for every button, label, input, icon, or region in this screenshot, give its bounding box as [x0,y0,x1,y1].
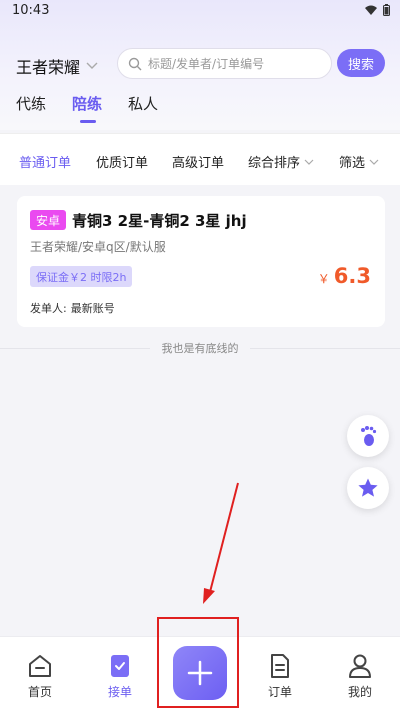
filter-sort[interactable]: 综合排序 [248,152,314,171]
filter-quality-orders[interactable]: 优质订单 [96,152,148,171]
order-title: 青铜3 2星-青铜2 3星 jhj [72,212,247,230]
publish-order-button[interactable] [173,646,227,700]
status-bar: 10:43 [0,0,400,22]
order-card[interactable]: 安卓 青铜3 2星-青铜2 3星 jhj 王者荣耀/安卓q区/默认服 保证金￥2… [17,196,385,327]
battery-icon [383,4,390,16]
search-placeholder: 标题/发单者/订单编号 [148,57,265,71]
filter-normal-orders[interactable]: 普通订单 [19,152,71,171]
wifi-icon [365,5,377,15]
order-price: ￥ 6.3 [318,264,371,288]
profile-icon [349,654,371,678]
price-value: 6.3 [333,264,371,288]
filter-label: 普通订单 [19,156,72,171]
main-tabs: 代练 陪练 私人 [16,93,184,123]
filter-label: 综合排序 [248,156,301,171]
filter-label: 高级订单 [172,156,225,171]
search-button[interactable]: 搜索 [337,49,385,77]
search-icon [128,57,142,70]
filter-bar: 普通订单 优质订单 高级订单 综合排序 筛选 [0,133,400,185]
search-input[interactable]: 标题/发单者/订单编号 [117,48,332,79]
nav-profile-label: 我的 [347,685,372,699]
filter-premium-orders[interactable]: 高级订单 [172,152,224,171]
order-game-info: 王者荣耀/安卓q区/默认服 [30,240,166,254]
nav-home[interactable]: 首页 [15,653,65,700]
chevron-down-icon [304,159,314,165]
nav-profile[interactable]: 我的 [335,653,385,700]
list-end-divider: 我也是有底线的 [0,341,400,355]
price-currency: ￥ [317,272,330,286]
publisher: 发单人: 最新账号 [30,300,115,316]
order-document-icon [271,654,289,678]
chevron-down-icon [86,62,98,69]
star-icon [358,478,378,497]
game-name: 王者荣耀 [16,58,81,77]
filter-screen[interactable]: 筛选 [339,152,379,171]
nav-home-label: 首页 [27,685,52,699]
platform-badge: 安卓 [30,210,67,230]
accept-order-icon [111,655,129,677]
nav-orders[interactable]: 订单 [255,653,305,700]
filter-label: 优质订单 [96,156,149,171]
list-end-text: 我也是有底线的 [161,342,239,355]
nav-accept-order-label: 接单 [107,685,132,699]
publisher-name: 最新账号 [70,302,115,315]
nav-accept-order[interactable]: 接单 [95,653,145,700]
chevron-down-icon [369,159,379,165]
status-time: 10:43 [12,3,50,18]
footprint-button[interactable] [347,415,389,457]
deposit-tag: 保证金￥2 时限2h [30,266,133,287]
status-icons [365,4,390,16]
game-selector[interactable]: 王者荣耀 [16,54,98,78]
publisher-label: 发单人: [30,302,67,315]
nav-orders-label: 订单 [267,685,292,699]
plus-icon [187,660,213,686]
home-icon [29,655,51,677]
tab-peilian[interactable]: 陪练 [72,93,102,123]
favorite-button[interactable] [347,467,389,509]
footprint-icon [361,426,377,446]
filter-label: 筛选 [339,156,366,171]
tab-private[interactable]: 私人 [128,93,158,114]
tab-dailian[interactable]: 代练 [16,93,46,114]
